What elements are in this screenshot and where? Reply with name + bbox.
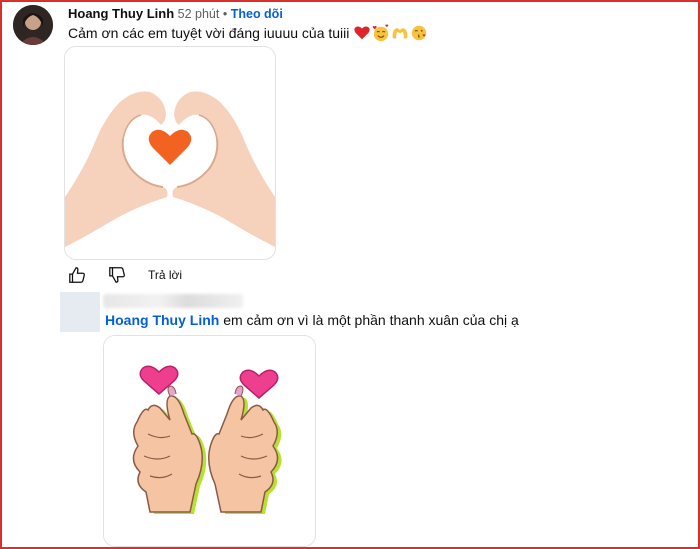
reply-text: em cảm ơn vì là một phần thanh xuân của … [223,312,519,328]
separator-dot: • [222,7,228,21]
thumbs-up-icon[interactable] [68,266,86,284]
follow-button[interactable]: Theo dõi [231,7,283,21]
reply-comment: Hoang Thuy Linh em cảm ơn vì là một phần… [105,312,519,328]
face-blowing-kiss-icon [412,25,427,41]
comment-text-row: Cảm ơn các em tuyệt vời đáng iuuuu của t… [68,24,428,42]
thumbs-down-icon[interactable] [108,266,126,284]
timestamp[interactable]: 52 phút [178,7,220,21]
heart-hands-icon [392,28,408,39]
finger-hearts-sticker[interactable] [103,335,316,547]
comment-actions: Trả lời [68,266,182,284]
author-name[interactable]: Hoang Thuy Linh [68,6,174,21]
avatar[interactable] [13,5,53,45]
blurred-username [103,294,243,308]
reply-mention[interactable]: Hoang Thuy Linh [105,312,219,328]
blurred-avatar [60,292,100,332]
finger-hearts-image [104,336,315,546]
heart-hands-image [65,47,275,259]
red-heart-icon [354,26,371,40]
comment-text: Cảm ơn các em tuyệt vời đáng iuuuu của t… [68,25,350,41]
smiling-face-with-hearts-icon [373,24,389,42]
comment-header: Hoang Thuy Linh 52 phút • Theo dõi [68,6,283,21]
emoji-group [353,24,428,42]
heart-hands-sticker[interactable] [64,46,276,260]
reply-button[interactable]: Trả lời [148,268,182,282]
